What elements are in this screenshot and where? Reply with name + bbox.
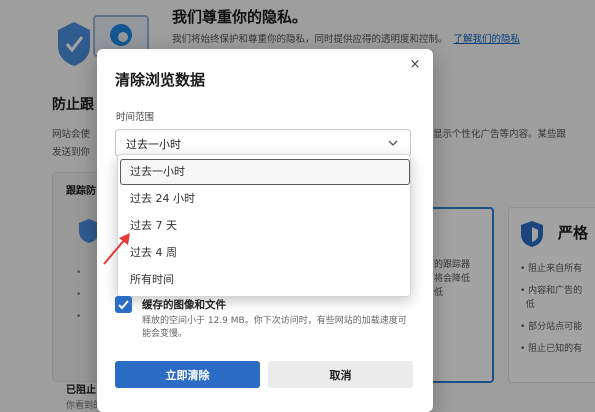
dropdown-option-past-hour[interactable]: 过去一小时 [120, 159, 410, 185]
checkmark-icon [118, 300, 129, 310]
dropdown-option-all-time[interactable]: 所有时间 [120, 267, 410, 293]
clear-now-button[interactable]: 立即清除 [115, 361, 260, 388]
clear-browsing-data-dialog: 清除浏览数据 × 时间范围 过去一小时 过去一小时 过去 24 小时 过去 7 … [97, 49, 433, 412]
cached-files-description: 释放的空间小于 12.9 MB。你下次访问时，有些网站的加载速度可能会变慢。 [142, 316, 407, 339]
dropdown-option-past-7-days[interactable]: 过去 7 天 [120, 213, 410, 239]
dropdown-option-past-4-weeks[interactable]: 过去 4 周 [120, 240, 410, 266]
time-range-selected-value: 过去一小时 [126, 138, 181, 151]
annotation-arrow-icon [103, 233, 130, 265]
cached-files-label: 缓存的图像和文件 [142, 299, 226, 311]
time-range-select[interactable]: 过去一小时 [115, 129, 411, 157]
cancel-button[interactable]: 取消 [268, 361, 413, 388]
close-icon[interactable]: × [405, 55, 425, 75]
chevron-down-icon [388, 140, 398, 146]
cached-files-option: 缓存的图像和文件 释放的空间小于 12.9 MB。你下次访问时，有些网站的加载速… [115, 296, 415, 346]
cached-files-checkbox[interactable] [115, 296, 132, 313]
time-range-dropdown: 过去一小时 过去 24 小时 过去 7 天 过去 4 周 所有时间 [117, 154, 411, 297]
dialog-title: 清除浏览数据 [115, 71, 206, 89]
time-range-label: 时间范围 [116, 112, 155, 123]
dropdown-option-past-24-hours[interactable]: 过去 24 小时 [120, 186, 410, 212]
